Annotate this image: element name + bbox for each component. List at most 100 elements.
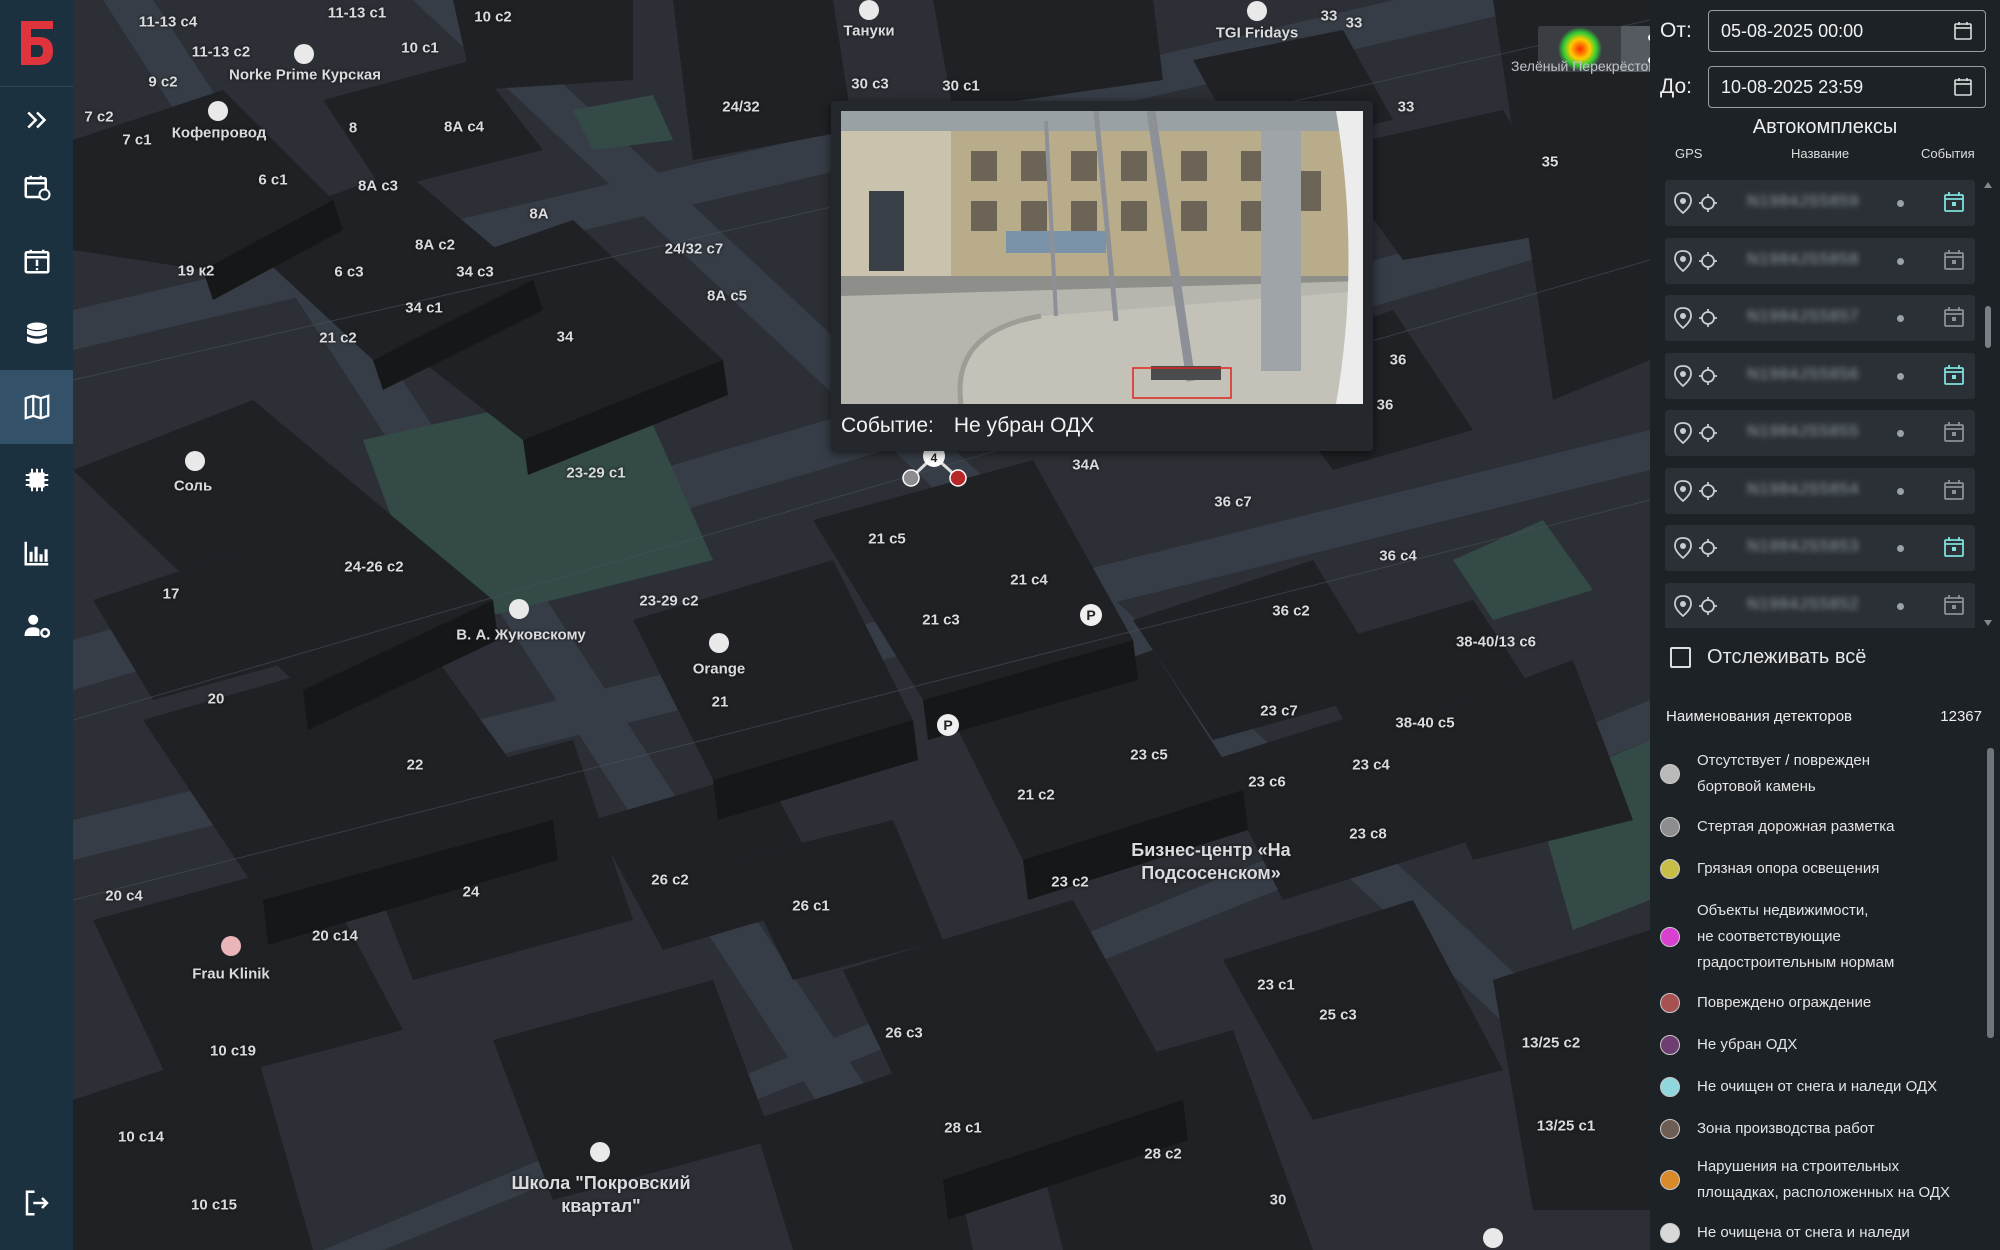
status-dot bbox=[1897, 487, 1904, 495]
crosshair-icon bbox=[1699, 366, 1717, 385]
gps-locate-button[interactable] bbox=[1673, 364, 1693, 392]
vehicle-name: N1984JS5856 bbox=[1747, 365, 1860, 383]
gps-locate-button[interactable] bbox=[1673, 537, 1693, 564]
gps-track-button[interactable] bbox=[1698, 481, 1718, 506]
clinic-poi-icon[interactable] bbox=[221, 936, 241, 956]
gps-locate-button[interactable] bbox=[1673, 192, 1693, 219]
vehicle-events-button[interactable] bbox=[1943, 536, 1965, 563]
poi-icon[interactable] bbox=[1247, 1, 1267, 21]
gps-track-button[interactable] bbox=[1698, 423, 1718, 448]
parking-icon[interactable]: P bbox=[937, 714, 959, 736]
gps-track-button[interactable] bbox=[1698, 596, 1718, 621]
map-label: 8А с3 bbox=[357, 177, 399, 195]
map-label: Frau Klinik bbox=[192, 965, 270, 983]
map-label: 23-29 с1 bbox=[566, 464, 626, 482]
vehicle-events-button[interactable] bbox=[1943, 306, 1965, 333]
nav-calendar-alert[interactable] bbox=[0, 224, 73, 298]
nav-chip[interactable] bbox=[0, 443, 73, 517]
vehicle-list[interactable]: N1984JS5859 N1984JS5858 N1984JS5857 N1984JS… bbox=[1665, 180, 1975, 628]
vehicle-list-scrollbar[interactable] bbox=[1984, 180, 1992, 628]
vehicle-row[interactable]: N1984JS5854 bbox=[1665, 467, 1975, 514]
detector-color-swatch bbox=[1660, 1077, 1680, 1097]
gps-locate-button[interactable] bbox=[1673, 249, 1693, 277]
poi-icon[interactable] bbox=[294, 44, 314, 64]
map-label: 13/25 с2 bbox=[1521, 1034, 1581, 1052]
crosshair-icon bbox=[1699, 539, 1717, 557]
calendar-icon[interactable] bbox=[1953, 21, 1973, 41]
app-logo[interactable] bbox=[0, 0, 73, 87]
gps-pin-icon bbox=[1674, 249, 1692, 272]
vehicle-events-button[interactable] bbox=[1943, 364, 1965, 391]
poi-icon[interactable] bbox=[590, 1142, 610, 1162]
status-dot bbox=[1897, 315, 1904, 322]
map-label: 13/25 с1 bbox=[1536, 1117, 1596, 1135]
vehicle-events-button[interactable] bbox=[1943, 249, 1965, 276]
logout-button[interactable] bbox=[0, 1166, 73, 1240]
event-popup[interactable]: Событие: Не убран ОДХ bbox=[831, 101, 1373, 451]
vehicle-row[interactable]: N1984JS5856 bbox=[1665, 352, 1975, 399]
checkbox-box[interactable] bbox=[1670, 647, 1691, 668]
gps-track-button[interactable] bbox=[1698, 366, 1718, 391]
date-from-input[interactable]: 05-08-2025 00:00 bbox=[1708, 10, 1986, 52]
map-label: Norke Prime Курская bbox=[229, 66, 381, 84]
vehicle-row[interactable]: N1984JS5853 bbox=[1665, 525, 1975, 571]
event-photo[interactable] bbox=[841, 111, 1363, 404]
crosshair-icon bbox=[1699, 596, 1717, 615]
vehicle-row[interactable]: N1984JS5857 bbox=[1665, 295, 1975, 341]
poi-icon[interactable] bbox=[859, 0, 879, 20]
vehicle-row[interactable]: N1984JS5858 bbox=[1665, 237, 1975, 284]
gps-locate-button[interactable] bbox=[1673, 594, 1693, 622]
poi-icon[interactable] bbox=[509, 599, 529, 619]
nav-user-settings[interactable] bbox=[0, 589, 73, 663]
date-from-value: 05-08-2025 00:00 bbox=[1721, 20, 1864, 41]
nav-analytics[interactable] bbox=[0, 516, 73, 590]
map-label: 20 с4 bbox=[105, 887, 143, 905]
bar-chart-icon bbox=[24, 541, 48, 566]
map-label: 36 bbox=[1389, 351, 1407, 369]
map-label: 38-40/13 с6 bbox=[1455, 633, 1537, 651]
map-label: 38-40 с5 bbox=[1395, 714, 1455, 732]
map-icon bbox=[24, 394, 49, 420]
crosshair-icon bbox=[1699, 309, 1717, 327]
chevrons-right-icon bbox=[26, 111, 46, 129]
map-view[interactable]: 11-13 с4 11-13 с1 10 с2 11-13 с2 10 с1 Norke … bbox=[73, 0, 1650, 1250]
map-label: 33 bbox=[1320, 7, 1338, 25]
events-calendar-icon bbox=[1944, 364, 1964, 385]
parking-icon[interactable]: P bbox=[1080, 604, 1102, 626]
gps-track-button[interactable] bbox=[1698, 193, 1718, 218]
gps-track-button[interactable] bbox=[1698, 251, 1718, 276]
gps-locate-button[interactable] bbox=[1673, 307, 1693, 334]
nav-expand-button[interactable] bbox=[0, 83, 73, 157]
nav-calendar-clock[interactable] bbox=[0, 150, 73, 224]
gps-track-button[interactable] bbox=[1698, 308, 1718, 333]
vehicle-row[interactable]: N1984JS5859 bbox=[1665, 180, 1975, 226]
gps-track-button[interactable] bbox=[1698, 538, 1718, 563]
status-dot bbox=[1897, 430, 1904, 437]
vehicle-events-button[interactable] bbox=[1943, 191, 1965, 218]
vehicle-row[interactable]: N1984JS5852 bbox=[1665, 582, 1975, 628]
nav-map[interactable] bbox=[0, 370, 73, 444]
poi-icon[interactable] bbox=[1483, 1228, 1503, 1248]
detector-list-scrollbar[interactable] bbox=[1987, 748, 1994, 1038]
gps-locate-button[interactable] bbox=[1673, 479, 1693, 507]
date-to-input[interactable]: 10-08-2025 23:59 bbox=[1708, 66, 1986, 108]
nav-database[interactable] bbox=[0, 298, 73, 372]
map-label: 34 с1 bbox=[405, 299, 443, 317]
calendar-icon[interactable] bbox=[1953, 77, 1973, 97]
poi-icon[interactable] bbox=[185, 451, 205, 471]
map-label: 21 bbox=[711, 693, 729, 711]
vehicle-events-button[interactable] bbox=[1943, 479, 1965, 506]
poi-icon[interactable] bbox=[208, 101, 228, 121]
track-all-checkbox[interactable]: Отслеживать всё bbox=[1670, 646, 1866, 669]
status-dot bbox=[1897, 200, 1904, 207]
vehicle-events-button[interactable] bbox=[1943, 594, 1965, 621]
poi-icon[interactable] bbox=[709, 633, 729, 653]
vehicle-events-button[interactable] bbox=[1943, 421, 1965, 448]
detectors-count: 12367 bbox=[1940, 708, 1982, 725]
vehicle-row[interactable]: N1984JS5855 bbox=[1665, 410, 1975, 456]
gps-locate-button[interactable] bbox=[1673, 422, 1693, 449]
events-calendar-icon bbox=[1944, 537, 1964, 557]
map-label: 11-13 с4 bbox=[138, 13, 198, 31]
map-label: 36 с4 bbox=[1379, 547, 1417, 565]
map-poi-label: Зелёный Перекрёсток bbox=[1511, 58, 1650, 74]
